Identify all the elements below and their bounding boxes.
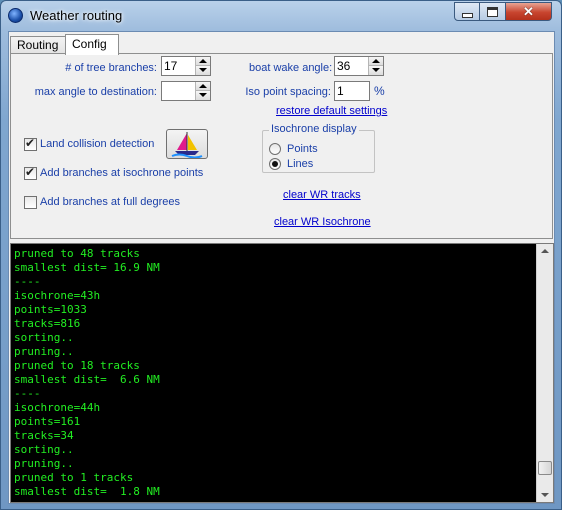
log-line: pruning.. (14, 457, 74, 470)
log-line: pruned to 48 tracks (14, 247, 140, 260)
boat-wake-spinner[interactable] (334, 56, 384, 76)
branches-full-checkbox[interactable] (24, 196, 37, 209)
console-scrollbar[interactable] (536, 244, 553, 502)
arrow-down-icon (372, 68, 380, 72)
boat-wake-down-button[interactable] (369, 66, 383, 75)
scroll-down-icon[interactable] (541, 493, 549, 497)
max-angle-input[interactable] (163, 83, 185, 99)
iso-spacing-unit: % (374, 84, 385, 98)
arrow-down-icon (199, 68, 207, 72)
arrow-up-icon (199, 84, 207, 88)
isochrone-display-group: Isochrone display Points Lines (262, 123, 375, 173)
iso-spacing-label: Iso point spacing: (245, 86, 331, 98)
clear-wr-tracks-link[interactable]: clear WR tracks (283, 189, 361, 201)
iso-spacing-field[interactable] (334, 81, 370, 101)
log-line: points=161 (14, 415, 81, 428)
branches-iso-checkbox[interactable] (24, 165, 37, 180)
log-line: tracks=816 (14, 317, 81, 330)
maximize-icon (487, 6, 498, 17)
tree-branches-up-button[interactable] (196, 57, 210, 66)
log-line: pruned to 1 tracks (14, 471, 134, 484)
log-console[interactable]: pruned to 48 tracks smallest dist= 16.9 N… (10, 243, 554, 503)
arrow-down-icon (199, 93, 207, 97)
boat-wake-up-button[interactable] (369, 57, 383, 66)
log-line: isochrone=43h (14, 289, 101, 302)
radio-points[interactable] (269, 143, 281, 155)
branches-full-label: Add branches at full degrees (40, 196, 181, 208)
clear-wr-isochrone-link[interactable]: clear WR Isochrone (274, 216, 371, 228)
title-bar[interactable]: Weather routing ✕ (1, 1, 561, 31)
app-globe-icon (8, 8, 23, 23)
minimize-icon (461, 12, 473, 18)
boat-image-button[interactable] (166, 129, 208, 159)
log-line: isochrone=44h (14, 401, 101, 414)
log-line: points=1033 (14, 303, 87, 316)
max-angle-down-button[interactable] (196, 91, 210, 100)
land-collision-label: Land collision detection (40, 138, 155, 150)
log-line: ---- (14, 387, 41, 400)
radio-points-label: Points (287, 143, 318, 155)
max-angle-up-button[interactable] (196, 82, 210, 91)
close-button[interactable]: ✕ (506, 2, 552, 21)
log-line: pruning.. (14, 345, 74, 358)
client-area: Routing Config # of tree branches: max a… (8, 31, 555, 504)
log-line: sorting.. (14, 331, 74, 344)
weather-routing-window: Weather routing ✕ Routing Config # of tr… (0, 0, 562, 510)
arrow-up-icon (199, 59, 207, 63)
log-line: smallest dist= 16.9 NM (14, 261, 160, 274)
tree-branches-spinner[interactable] (161, 56, 211, 76)
boat-wake-label: boat wake angle: (249, 62, 333, 74)
log-line: tracks=34 (14, 429, 74, 442)
tree-branches-input[interactable] (163, 58, 195, 74)
scroll-thumb[interactable] (538, 461, 552, 475)
tab-config[interactable]: Config (65, 34, 119, 55)
branches-iso-label: Add branches at isochrone points (40, 167, 204, 179)
tree-branches-label: # of tree branches: (65, 62, 157, 74)
log-line: smallest dist= 1.8 NM (14, 485, 160, 498)
max-angle-label: max angle to destination: (34, 86, 157, 98)
scroll-up-icon[interactable] (541, 249, 549, 253)
max-angle-spinner[interactable] (161, 81, 211, 101)
config-panel: # of tree branches: max angle to destina… (10, 53, 553, 239)
isochrone-display-legend: Isochrone display (269, 123, 359, 135)
iso-spacing-input[interactable] (336, 83, 368, 99)
log-line: smallest dist= 6.6 NM (14, 373, 160, 386)
log-line: sorting.. (14, 443, 74, 456)
boat-wake-input[interactable] (336, 58, 368, 74)
restore-defaults-link[interactable]: restore default settings (276, 105, 387, 117)
log-line: ---- (14, 275, 41, 288)
maximize-button[interactable] (480, 2, 506, 21)
arrow-up-icon (372, 59, 380, 63)
radio-lines-label: Lines (287, 158, 314, 170)
window-title: Weather routing (30, 8, 123, 23)
minimize-button[interactable] (454, 2, 480, 21)
close-icon: ✕ (523, 4, 534, 19)
log-text: pruned to 48 tracks smallest dist= 16.9 N… (14, 247, 160, 499)
land-collision-checkbox[interactable] (24, 136, 37, 151)
tab-routing[interactable]: Routing (10, 36, 66, 54)
log-line: pruned to 18 tracks (14, 359, 140, 372)
sailboat-icon (171, 132, 203, 159)
tree-branches-down-button[interactable] (196, 66, 210, 75)
radio-lines[interactable] (269, 158, 281, 170)
